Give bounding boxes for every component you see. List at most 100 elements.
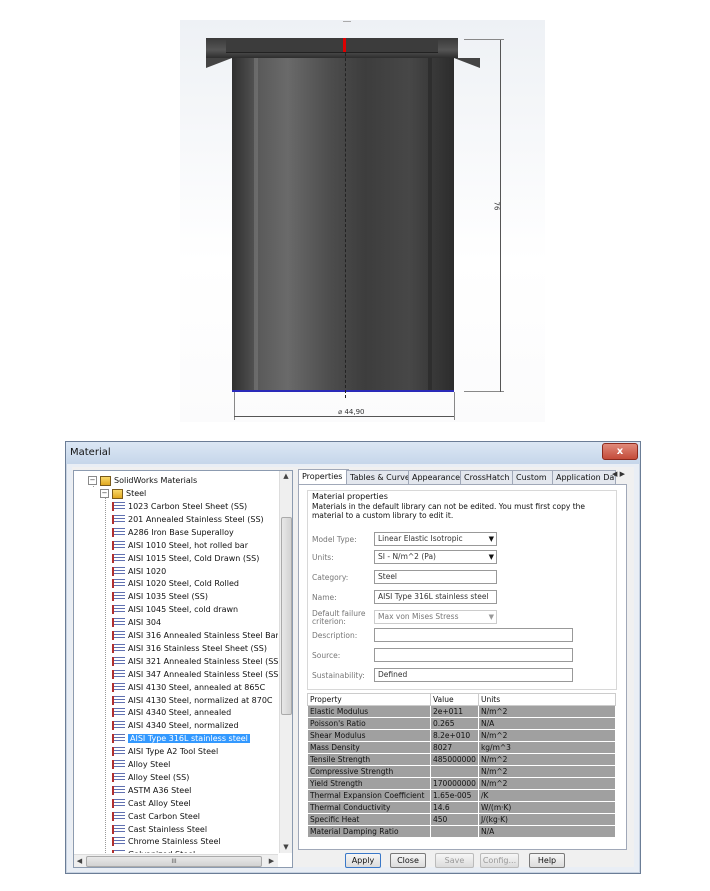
cell-property: Elastic Modulus xyxy=(307,705,431,718)
material-tree[interactable]: − SolidWorks Materials − Steel 1023 Carbon… xyxy=(73,470,293,868)
cell-value[interactable]: 485000000 xyxy=(430,753,479,766)
sustainability-field[interactable]: Defined xyxy=(374,668,573,682)
tree-material-item[interactable]: AISI 321 Annealed Stainless Steel (SS) xyxy=(112,655,278,668)
tree-material-item[interactable]: 1023 Carbon Steel Sheet (SS) xyxy=(112,500,247,513)
property-table[interactable]: Property Value Units Elastic Modulus 2e+0… xyxy=(307,693,617,838)
cell-value[interactable] xyxy=(430,825,479,838)
tree-material-item[interactable]: AISI Type 316L stainless steel xyxy=(112,732,250,745)
tree-material-item[interactable]: Alloy Steel xyxy=(112,758,170,771)
tree-material-item[interactable]: AISI 316 Stainless Steel Sheet (SS) xyxy=(112,642,267,655)
description-field[interactable] xyxy=(374,628,573,642)
collapse-icon[interactable]: − xyxy=(100,489,109,498)
tree-material-item[interactable]: AISI 1020 xyxy=(112,565,166,578)
table-row[interactable]: Thermal Conductivity 14.6 W/(m·K) xyxy=(307,801,617,814)
material-icon xyxy=(112,785,125,795)
scroll-down-icon[interactable]: ▼ xyxy=(280,842,292,853)
cell-value[interactable]: 0.265 xyxy=(430,717,479,730)
table-row[interactable]: Shear Modulus 8.2e+010 N/m^2 xyxy=(307,729,617,742)
save-button[interactable]: Save xyxy=(435,853,474,868)
model-type-select[interactable]: Linear Elastic Isotropic ▼ xyxy=(374,532,497,546)
tree-material-item[interactable]: Alloy Steel (SS) xyxy=(112,771,189,784)
header-units: Units xyxy=(477,693,617,706)
apply-button[interactable]: Apply xyxy=(345,853,381,868)
cell-value[interactable]: 8027 xyxy=(430,741,479,754)
tree-material-item[interactable]: AISI 1020 Steel, Cold Rolled xyxy=(112,577,239,590)
tab-crosshatch[interactable]: CrossHatch xyxy=(460,470,515,484)
units-select[interactable]: SI - N/m^2 (Pa) ▼ xyxy=(374,550,497,564)
tree-material-item[interactable]: AISI Type A2 Tool Steel xyxy=(112,745,218,758)
tree-material-item[interactable]: AISI 4340 Steel, normalized xyxy=(112,719,239,732)
tree-material-item[interactable]: Cast Carbon Steel xyxy=(112,810,200,823)
tab-scroll-arrows-icon[interactable]: ◀ ▶ xyxy=(612,470,625,478)
table-row[interactable]: Material Damping Ratio N/A xyxy=(307,825,617,838)
tree-material-item[interactable]: AISI 4340 Steel, annealed xyxy=(112,706,231,719)
tab-appearance[interactable]: Appearance xyxy=(408,470,463,484)
config-button[interactable]: Config... xyxy=(480,853,519,868)
scroll-right-icon[interactable]: ▶ xyxy=(266,855,277,867)
dialog-titlebar[interactable]: Material x xyxy=(66,442,640,464)
cell-value[interactable]: 8.2e+010 xyxy=(430,729,479,742)
cell-value[interactable]: 2e+011 xyxy=(430,705,479,718)
model-type-value: Linear Elastic Isotropic xyxy=(378,534,463,543)
failure-criterion-select[interactable]: Max von Mises Stress ▼ xyxy=(374,610,497,624)
cell-units: N/A xyxy=(477,825,617,838)
material-icon xyxy=(112,721,125,731)
scroll-up-icon[interactable]: ▲ xyxy=(280,471,292,482)
tree-category-item[interactable]: − Steel xyxy=(100,487,146,500)
scroll-thumb[interactable] xyxy=(281,517,292,715)
cell-value[interactable] xyxy=(430,765,479,778)
material-icon xyxy=(112,527,125,537)
tab-properties[interactable]: Properties xyxy=(298,469,349,485)
name-field[interactable]: AISI Type 316L stainless steel xyxy=(374,590,497,604)
tree-material-item[interactable]: Chrome Stainless Steel xyxy=(112,835,221,848)
tree-material-item[interactable]: AISI 1035 Steel (SS) xyxy=(112,590,208,603)
tree-material-item[interactable]: AISI 347 Annealed Stainless Steel (SS) xyxy=(112,668,278,681)
dimension-height-text[interactable]: 76 xyxy=(492,202,500,211)
tree-material-label: AISI 1020 xyxy=(128,566,167,576)
table-row[interactable]: Elastic Modulus 2e+011 N/m^2 xyxy=(307,705,617,718)
units-label: Units: xyxy=(312,553,334,562)
tree-horizontal-scrollbar[interactable]: ◀ III ▶ xyxy=(74,854,278,867)
tree-material-item[interactable]: Cast Alloy Steel xyxy=(112,797,191,810)
tree-material-item[interactable]: 201 Annealed Stainless Steel (SS) xyxy=(112,513,264,526)
cell-value[interactable]: 14.6 xyxy=(430,801,479,814)
help-button[interactable]: Help xyxy=(529,853,565,868)
tree-material-item[interactable]: ASTM A36 Steel xyxy=(112,784,191,797)
cell-value[interactable]: 1.65e-005 xyxy=(430,789,479,802)
close-button[interactable]: Close xyxy=(390,853,426,868)
table-row[interactable]: Compressive Strength N/m^2 xyxy=(307,765,617,778)
cell-value[interactable]: 450 xyxy=(430,813,479,826)
scroll-left-icon[interactable]: ◀ xyxy=(74,855,85,867)
tree-material-item[interactable]: AISI 1010 Steel, hot rolled bar xyxy=(112,539,248,552)
tree-material-item[interactable]: AISI 4130 Steel, annealed at 865C xyxy=(112,681,265,694)
tree-material-item[interactable]: AISI 1045 Steel, cold drawn xyxy=(112,603,238,616)
tree-material-item[interactable]: AISI 1015 Steel, Cold Drawn (SS) xyxy=(112,552,259,565)
scroll-thumb-horizontal[interactable]: III xyxy=(86,856,262,867)
cad-viewport[interactable]: 76 ⌀ 44,90 xyxy=(180,20,545,422)
tab-application-data[interactable]: Application Dat xyxy=(552,470,616,484)
table-row[interactable]: Yield Strength 170000000 N/m^2 xyxy=(307,777,617,790)
tree-material-item[interactable]: A286 Iron Base Superalloy xyxy=(112,526,234,539)
category-field[interactable]: Steel xyxy=(374,570,497,584)
tab-tables-curves[interactable]: Tables & Curves xyxy=(346,470,411,484)
table-row[interactable]: Thermal Expansion Coefficient 1.65e-005/K xyxy=(307,789,617,802)
tree-material-item[interactable]: Cast Stainless Steel xyxy=(112,823,207,836)
tree-root-item[interactable]: − SolidWorks Materials xyxy=(88,474,197,487)
close-window-button[interactable]: x xyxy=(602,443,638,460)
tree-vertical-scrollbar[interactable]: ▲ ▼ xyxy=(279,471,292,853)
tree-material-item[interactable]: Galvanized Steel xyxy=(112,848,195,853)
table-row[interactable]: Mass Density 8027 kg/m^3 xyxy=(307,741,617,754)
failure-criterion-label: Default failure criterion: xyxy=(312,609,366,626)
collapse-icon[interactable]: − xyxy=(88,476,97,485)
tab-custom[interactable]: Custom xyxy=(512,470,555,484)
cell-value[interactable]: 170000000 xyxy=(430,777,479,790)
tree-material-item[interactable]: AISI 4130 Steel, normalized at 870C xyxy=(112,694,273,707)
material-icon xyxy=(112,734,125,744)
tree-material-item[interactable]: AISI 316 Annealed Stainless Steel Bar (S xyxy=(112,629,278,642)
table-row[interactable]: Specific Heat 450 J/(kg·K) xyxy=(307,813,617,826)
dimension-diameter-text[interactable]: ⌀ 44,90 xyxy=(338,408,364,416)
tree-material-item[interactable]: AISI 304 xyxy=(112,616,161,629)
table-row[interactable]: Poisson's Ratio 0.265 N/A xyxy=(307,717,617,730)
table-row[interactable]: Tensile Strength 485000000 N/m^2 xyxy=(307,753,617,766)
source-field[interactable] xyxy=(374,648,573,662)
